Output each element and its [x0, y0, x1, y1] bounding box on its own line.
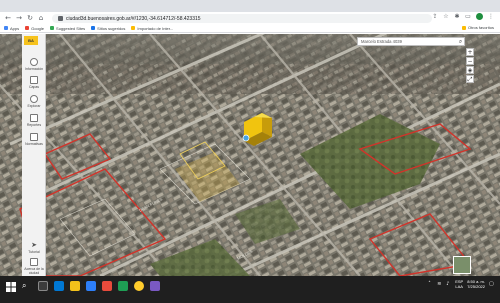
bookmark-item[interactable]: Apps	[4, 26, 19, 31]
chrome-icon[interactable]	[134, 281, 144, 291]
compass-icon	[30, 95, 38, 103]
search-icon[interactable]: ⌕	[457, 38, 464, 45]
taskbar-search-icon[interactable]: ⌕	[22, 281, 32, 291]
apps-icon	[4, 26, 8, 30]
map-controls: + − ◈ ⤢	[466, 48, 474, 83]
home-icon[interactable]: ⌂	[37, 14, 45, 22]
map-search-box[interactable]: Marcelo Estrada 4039 ⌕	[357, 37, 465, 46]
sidebar-icon[interactable]: ▭	[465, 13, 471, 20]
browser-toolbar-actions: ⇪ ☆ ✱ ▭ ⋮	[432, 13, 494, 20]
menu-icon[interactable]: ⋮	[488, 13, 494, 20]
bookmark-item[interactable]: Importado de Inter...	[131, 26, 173, 31]
share-icon[interactable]: ⇪	[432, 13, 438, 20]
chevron-up-icon[interactable]: ˄	[428, 281, 433, 287]
location-marker[interactable]	[242, 134, 250, 142]
ba-logo[interactable]: BA	[24, 36, 38, 45]
cube-icon	[30, 76, 38, 84]
edge-icon[interactable]	[54, 281, 64, 291]
other-bookmarks[interactable]: Otros favoritos	[461, 25, 494, 30]
compass-button[interactable]: ◈	[466, 66, 474, 74]
volume-icon[interactable]: ♪	[446, 281, 451, 287]
minimap-toggle[interactable]	[453, 256, 471, 274]
browser-tab-strip	[0, 0, 500, 12]
bookmark-item[interactable]: Suggested Sites	[50, 26, 85, 31]
sidebar-item-normativas[interactable]: Normativas	[22, 133, 46, 146]
back-icon[interactable]: ←	[4, 14, 12, 22]
bookmark-page-icon	[91, 26, 96, 30]
folder-icon	[30, 133, 38, 141]
map-imagery[interactable]: MOLDES DEAN FUNES	[0, 34, 500, 276]
store-icon[interactable]	[86, 281, 96, 291]
sidebar-item-tutorial[interactable]: ➤ Tutorial	[22, 241, 46, 254]
excel-icon[interactable]	[118, 281, 128, 291]
clock[interactable]: 8:50 a. m. 7/25/2022	[467, 279, 485, 289]
forward-icon[interactable]: →	[15, 14, 23, 22]
notifications-icon[interactable]: ▢	[489, 281, 494, 287]
windows-start-icon[interactable]	[6, 282, 16, 292]
wifi-icon[interactable]: ≋	[437, 281, 442, 287]
reload-icon[interactable]: ↻	[26, 14, 34, 22]
google-icon	[25, 26, 30, 30]
sidebar-item-capas[interactable]: Capas	[22, 76, 46, 89]
folder-icon	[131, 26, 136, 30]
sidebar-item-explorar[interactable]: Explorar	[22, 95, 46, 108]
bookmark-item[interactable]: Google	[25, 26, 44, 31]
file-explorer-icon[interactable]	[70, 281, 80, 291]
lock-icon	[58, 16, 63, 21]
profile-avatar[interactable]	[476, 13, 483, 20]
address-bar[interactable]: ciudad3d.buenosaires.gob.ar/#/1230,-34.6…	[52, 14, 432, 23]
map-3d-view[interactable]: MOLDES DEAN FUNES	[0, 34, 500, 276]
mail-icon[interactable]	[102, 281, 112, 291]
star-icon[interactable]: ☆	[443, 13, 449, 20]
search-input[interactable]: Marcelo Estrada 4039	[361, 39, 457, 44]
clipboard-icon	[30, 114, 38, 122]
screen: ← → ↻ ⌂ ciudad3d.buenosaires.gob.ar/#/12…	[0, 0, 500, 303]
app-icon[interactable]	[150, 281, 160, 291]
settings-icon	[30, 258, 38, 266]
sidebar-item-reportes[interactable]: Reportes	[22, 114, 46, 127]
navigate-icon: ➤	[31, 241, 37, 249]
address-url[interactable]: ciudad3d.buenosaires.gob.ar/#/1230,-34.6…	[66, 16, 201, 22]
bookmark-item[interactable]: Sitios sugeridos	[91, 26, 125, 31]
bookmark-page-icon	[50, 26, 55, 30]
system-tray: ˄ ≋ ♪ ESP LAA 8:50 a. m. 7/25/2022 ▢	[428, 279, 494, 289]
bookmarks-bar: Apps Google Suggested Sites Sitios suger…	[0, 24, 500, 33]
sidebar-item-informacion[interactable]: Información	[22, 58, 46, 71]
info-icon	[30, 58, 38, 66]
language-indicator[interactable]: ESP LAA	[455, 279, 463, 289]
zoom-in-button[interactable]: +	[466, 48, 474, 56]
folder-icon	[461, 25, 466, 30]
zoom-out-button[interactable]: −	[466, 57, 474, 65]
sidebar-item-acerca[interactable]: Acerca de la ciudad	[22, 258, 46, 275]
task-view-icon[interactable]	[38, 281, 48, 291]
fullscreen-button[interactable]: ⤢	[466, 75, 474, 83]
extensions-icon[interactable]: ✱	[454, 13, 460, 20]
